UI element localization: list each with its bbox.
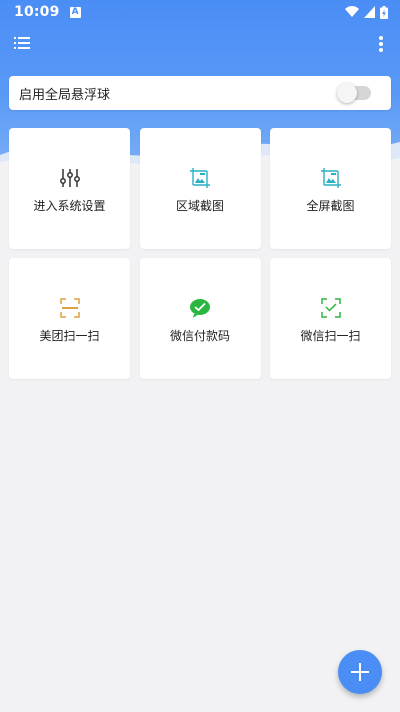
- wechat-pay-icon: [190, 299, 210, 318]
- floating-ball-setting[interactable]: 启用全局悬浮球: [9, 76, 391, 110]
- switch-knob: [337, 83, 357, 103]
- tile-region-screenshot[interactable]: 区域截图: [139, 128, 261, 249]
- tile-label: 微信扫一扫: [300, 329, 361, 343]
- floating-ball-label: 启用全局悬浮球: [19, 87, 111, 103]
- wifi-icon: [345, 6, 359, 17]
- tile-label: 进入系统设置: [33, 199, 106, 213]
- status-time: 10:09: [14, 4, 60, 20]
- tile-wechat-scan[interactable]: 微信扫一扫: [270, 258, 391, 379]
- tile-label: 全屏截图: [306, 199, 355, 213]
- add-fab-button[interactable]: [338, 650, 382, 694]
- tile-label: 微信付款码: [169, 329, 230, 343]
- meituan-scan-icon: [59, 298, 80, 318]
- region-screenshot-icon: [190, 168, 210, 188]
- status-bar: 10:09 A: [0, 0, 400, 24]
- plus-icon: [351, 663, 369, 681]
- more-vert-icon[interactable]: [378, 35, 384, 53]
- tile-system-settings[interactable]: 进入系统设置: [9, 128, 130, 249]
- list-menu-icon[interactable]: [14, 36, 30, 50]
- signal-icon: [364, 6, 375, 18]
- fullscreen-screenshot-icon: [320, 168, 341, 188]
- shortcut-grid: 进入系统设置 区域截图 全屏截图 美团扫一扫 微信付款码 微信扫一扫: [9, 128, 391, 379]
- floating-ball-switch[interactable]: [337, 83, 371, 103]
- tile-label: 美团扫一扫: [39, 329, 100, 343]
- tile-wechat-pay[interactable]: 微信付款码: [139, 258, 261, 379]
- sliders-icon: [59, 169, 80, 187]
- tile-label: 区域截图: [175, 199, 224, 213]
- wechat-scan-icon: [320, 298, 341, 318]
- battery-icon: [380, 5, 388, 19]
- tile-meituan-scan[interactable]: 美团扫一扫: [9, 258, 130, 379]
- tile-fullscreen-screenshot[interactable]: 全屏截图: [270, 128, 391, 249]
- app-toolbar: [0, 28, 400, 60]
- notification-icon: A: [69, 6, 81, 18]
